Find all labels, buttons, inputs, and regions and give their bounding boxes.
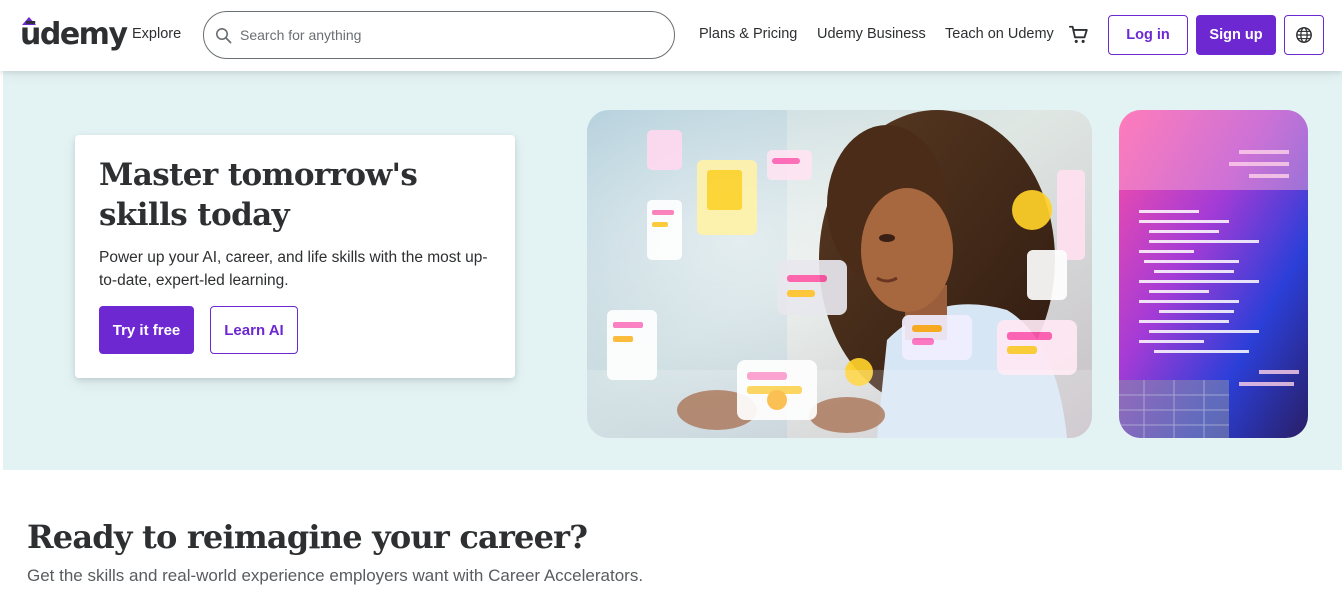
udemy-logo[interactable]: ūdemy	[20, 14, 128, 54]
hero-image-learner	[587, 110, 1092, 438]
nav-teach-on-udemy[interactable]: Teach on Udemy	[945, 26, 1054, 42]
logo-wordmark: ūdemy	[20, 17, 128, 52]
cart-icon[interactable]	[1068, 24, 1090, 46]
signup-button[interactable]: Sign up	[1196, 15, 1276, 55]
search-icon[interactable]	[214, 26, 234, 46]
login-button[interactable]: Log in	[1108, 15, 1188, 55]
hero-title: Master tomorrow's skills today	[99, 157, 418, 233]
nav-plans-pricing[interactable]: Plans & Pricing	[699, 26, 797, 42]
search-input[interactable]	[240, 12, 660, 58]
section-subtitle: Get the skills and real-world experience…	[27, 566, 644, 585]
section-title: Ready to reimagine your career?	[27, 518, 588, 556]
explore-menu[interactable]: Explore	[132, 26, 181, 42]
search-bar[interactable]	[203, 11, 675, 59]
hero-subtitle: Power up your AI, career, and life skill…	[99, 249, 488, 289]
try-it-free-button[interactable]: Try it free	[99, 306, 194, 354]
nav-udemy-business[interactable]: Udemy Business	[817, 26, 926, 42]
top-navigation-bar: ūdemy Explore Plans & Pricing Udemy Busi…	[0, 0, 1342, 71]
hero-image-code	[1119, 110, 1308, 438]
learn-ai-button[interactable]: Learn AI	[210, 306, 298, 354]
globe-icon	[1296, 27, 1312, 43]
language-button[interactable]	[1284, 15, 1324, 55]
hero-card: Master tomorrow's skills today Power up …	[75, 135, 515, 378]
